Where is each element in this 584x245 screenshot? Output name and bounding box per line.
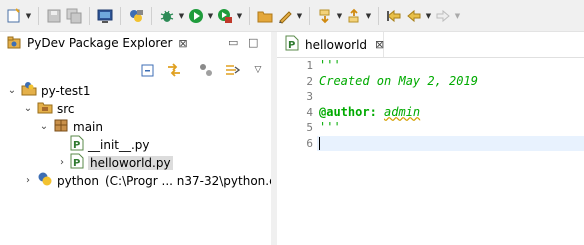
close-icon[interactable]: ⊠ xyxy=(375,38,384,51)
code-editor: P helloworld ⊠ 1 2 3 4 5 6 ''' Created o… xyxy=(277,32,584,245)
line-number-gutter: 1 2 3 4 5 6 xyxy=(295,58,317,151)
expanded-chevron-icon[interactable]: ⌄ xyxy=(38,121,50,132)
interpreter-path-label: (C:\Progr ... n37-32\python.exe) xyxy=(104,173,296,188)
forward-dropdown-chevron-icon[interactable]: ▼ xyxy=(453,5,462,27)
external-dropdown-chevron-icon[interactable]: ▼ xyxy=(235,5,244,27)
tree-item-src[interactable]: ⌄ src xyxy=(22,99,75,118)
text-caret xyxy=(319,136,320,150)
prev-annotation-icon[interactable] xyxy=(344,5,364,27)
toolbar-separator xyxy=(89,6,90,25)
new-icon[interactable] xyxy=(4,5,24,27)
line-number: 4 xyxy=(306,105,313,119)
sync-icon[interactable] xyxy=(222,61,242,79)
docstring-text: Created on May 2, 2019 xyxy=(319,73,478,88)
package-icon xyxy=(53,117,69,136)
helloworld-file-label: helloworld.py xyxy=(88,155,173,170)
src-label: src xyxy=(57,101,75,116)
pencil-dropdown-chevron-icon[interactable]: ▼ xyxy=(295,5,304,27)
toolbar-separator xyxy=(38,6,39,25)
main-toolbar: ▼ ▼ ▼ ▼ ▼ ▼ ▼ ▼ ▼ xyxy=(0,0,584,32)
source-folder-icon xyxy=(37,99,53,118)
console-icon[interactable] xyxy=(95,5,115,27)
code-line[interactable]: Created on May 2, 2019 xyxy=(317,74,584,90)
toolbar-separator xyxy=(151,6,152,25)
run-external-icon[interactable] xyxy=(215,5,235,27)
open-folder-icon[interactable] xyxy=(255,5,275,27)
tab-package-explorer[interactable]: PyDev Package Explorer ⊠ xyxy=(0,32,196,56)
toolbar-separator xyxy=(309,6,310,25)
docstring-close: ''' xyxy=(319,120,341,134)
back-dropdown-chevron-icon[interactable]: ▼ xyxy=(424,5,433,27)
python-interpreter-icon xyxy=(37,171,53,190)
collapsed-chevron-icon[interactable]: › xyxy=(56,157,68,168)
interpreter-label: python xyxy=(57,173,99,188)
svg-text:P: P xyxy=(73,140,80,151)
new-dropdown-chevron-icon[interactable]: ▼ xyxy=(24,5,33,27)
tree-item-project[interactable]: ⌄ py-test1 xyxy=(6,81,91,100)
expanded-chevron-icon[interactable]: ⌄ xyxy=(22,103,34,114)
editor-tab-label: helloworld xyxy=(305,37,368,52)
debug-dropdown-chevron-icon[interactable]: ▼ xyxy=(177,5,186,27)
code-line[interactable]: @author: admin xyxy=(317,105,584,121)
code-area[interactable]: ''' Created on May 2, 2019 @author: admi… xyxy=(317,58,584,151)
last-edit-icon[interactable] xyxy=(384,5,404,27)
init-file-label: __init__.py xyxy=(88,137,150,152)
package-label: main xyxy=(73,119,103,134)
package-explorer-tab-label: PyDev Package Explorer xyxy=(27,36,173,50)
collapse-all-icon[interactable] xyxy=(138,61,158,79)
view-menu-chevron-icon[interactable]: ▽ xyxy=(248,61,268,79)
line-number: 3 xyxy=(306,90,313,103)
save-all-icon[interactable] xyxy=(64,5,84,27)
pydev-perspective-icon[interactable] xyxy=(126,5,146,27)
line-number: 2 xyxy=(306,74,313,88)
link-with-editor-icon[interactable] xyxy=(164,61,184,79)
package-explorer-panel: PyDev Package Explorer ⊠ ▭ □ ▽ ⌄ py-test… xyxy=(0,32,295,245)
pencil-icon[interactable] xyxy=(275,5,295,27)
current-code-line[interactable] xyxy=(317,135,584,151)
close-icon[interactable]: ⊠ xyxy=(178,37,187,50)
line-number: 1 xyxy=(306,59,313,72)
collapsed-chevron-icon[interactable]: › xyxy=(22,175,34,186)
toolbar-separator xyxy=(249,6,250,25)
toolbar-separator xyxy=(120,6,121,25)
prev-annotation-dropdown-chevron-icon[interactable]: ▼ xyxy=(364,5,373,27)
annotation-ruler xyxy=(277,58,295,245)
author-value: admin xyxy=(384,104,421,119)
filter-icon[interactable] xyxy=(196,61,216,79)
project-label: py-test1 xyxy=(41,83,91,98)
python-file-icon: P xyxy=(70,153,84,172)
forward-icon[interactable] xyxy=(433,5,453,27)
svg-text:P: P xyxy=(73,158,80,169)
code-line[interactable]: ''' xyxy=(317,58,584,74)
tree-item-helloworld-file[interactable]: › P helloworld.py xyxy=(56,153,173,172)
python-file-icon: P xyxy=(70,135,84,154)
run-dropdown-chevron-icon[interactable]: ▼ xyxy=(206,5,215,27)
tree-item-package-main[interactable]: ⌄ main xyxy=(38,117,103,136)
minimize-icon[interactable]: ▭ xyxy=(228,36,238,49)
tab-helloworld[interactable]: P helloworld ⊠ xyxy=(277,32,384,57)
python-file-icon: P xyxy=(285,35,299,54)
docstring-open: ''' xyxy=(319,58,341,72)
line-number: 5 xyxy=(306,121,313,134)
maximize-icon[interactable]: □ xyxy=(248,36,258,49)
line-number: 6 xyxy=(306,136,313,150)
next-annotation-dropdown-chevron-icon[interactable]: ▼ xyxy=(335,5,344,27)
save-icon[interactable] xyxy=(44,5,64,27)
package-explorer-view-icon xyxy=(7,35,21,52)
tree-item-init-file[interactable]: P __init__.py xyxy=(70,135,150,154)
next-annotation-icon[interactable] xyxy=(315,5,335,27)
code-line[interactable]: ''' xyxy=(317,120,584,136)
toolbar-separator xyxy=(378,6,379,25)
author-tag: @author: xyxy=(319,104,377,119)
python-project-icon xyxy=(21,81,37,100)
svg-text:P: P xyxy=(288,40,295,51)
tree-item-interpreter[interactable]: › python (C:\Progr ... n37-32\python.exe… xyxy=(22,171,295,190)
back-icon[interactable] xyxy=(404,5,424,27)
run-icon[interactable] xyxy=(186,5,206,27)
debug-icon[interactable] xyxy=(157,5,177,27)
expanded-chevron-icon[interactable]: ⌄ xyxy=(6,85,18,96)
code-line[interactable] xyxy=(317,89,584,105)
package-explorer-view-toolbar: ▽ xyxy=(138,61,274,79)
